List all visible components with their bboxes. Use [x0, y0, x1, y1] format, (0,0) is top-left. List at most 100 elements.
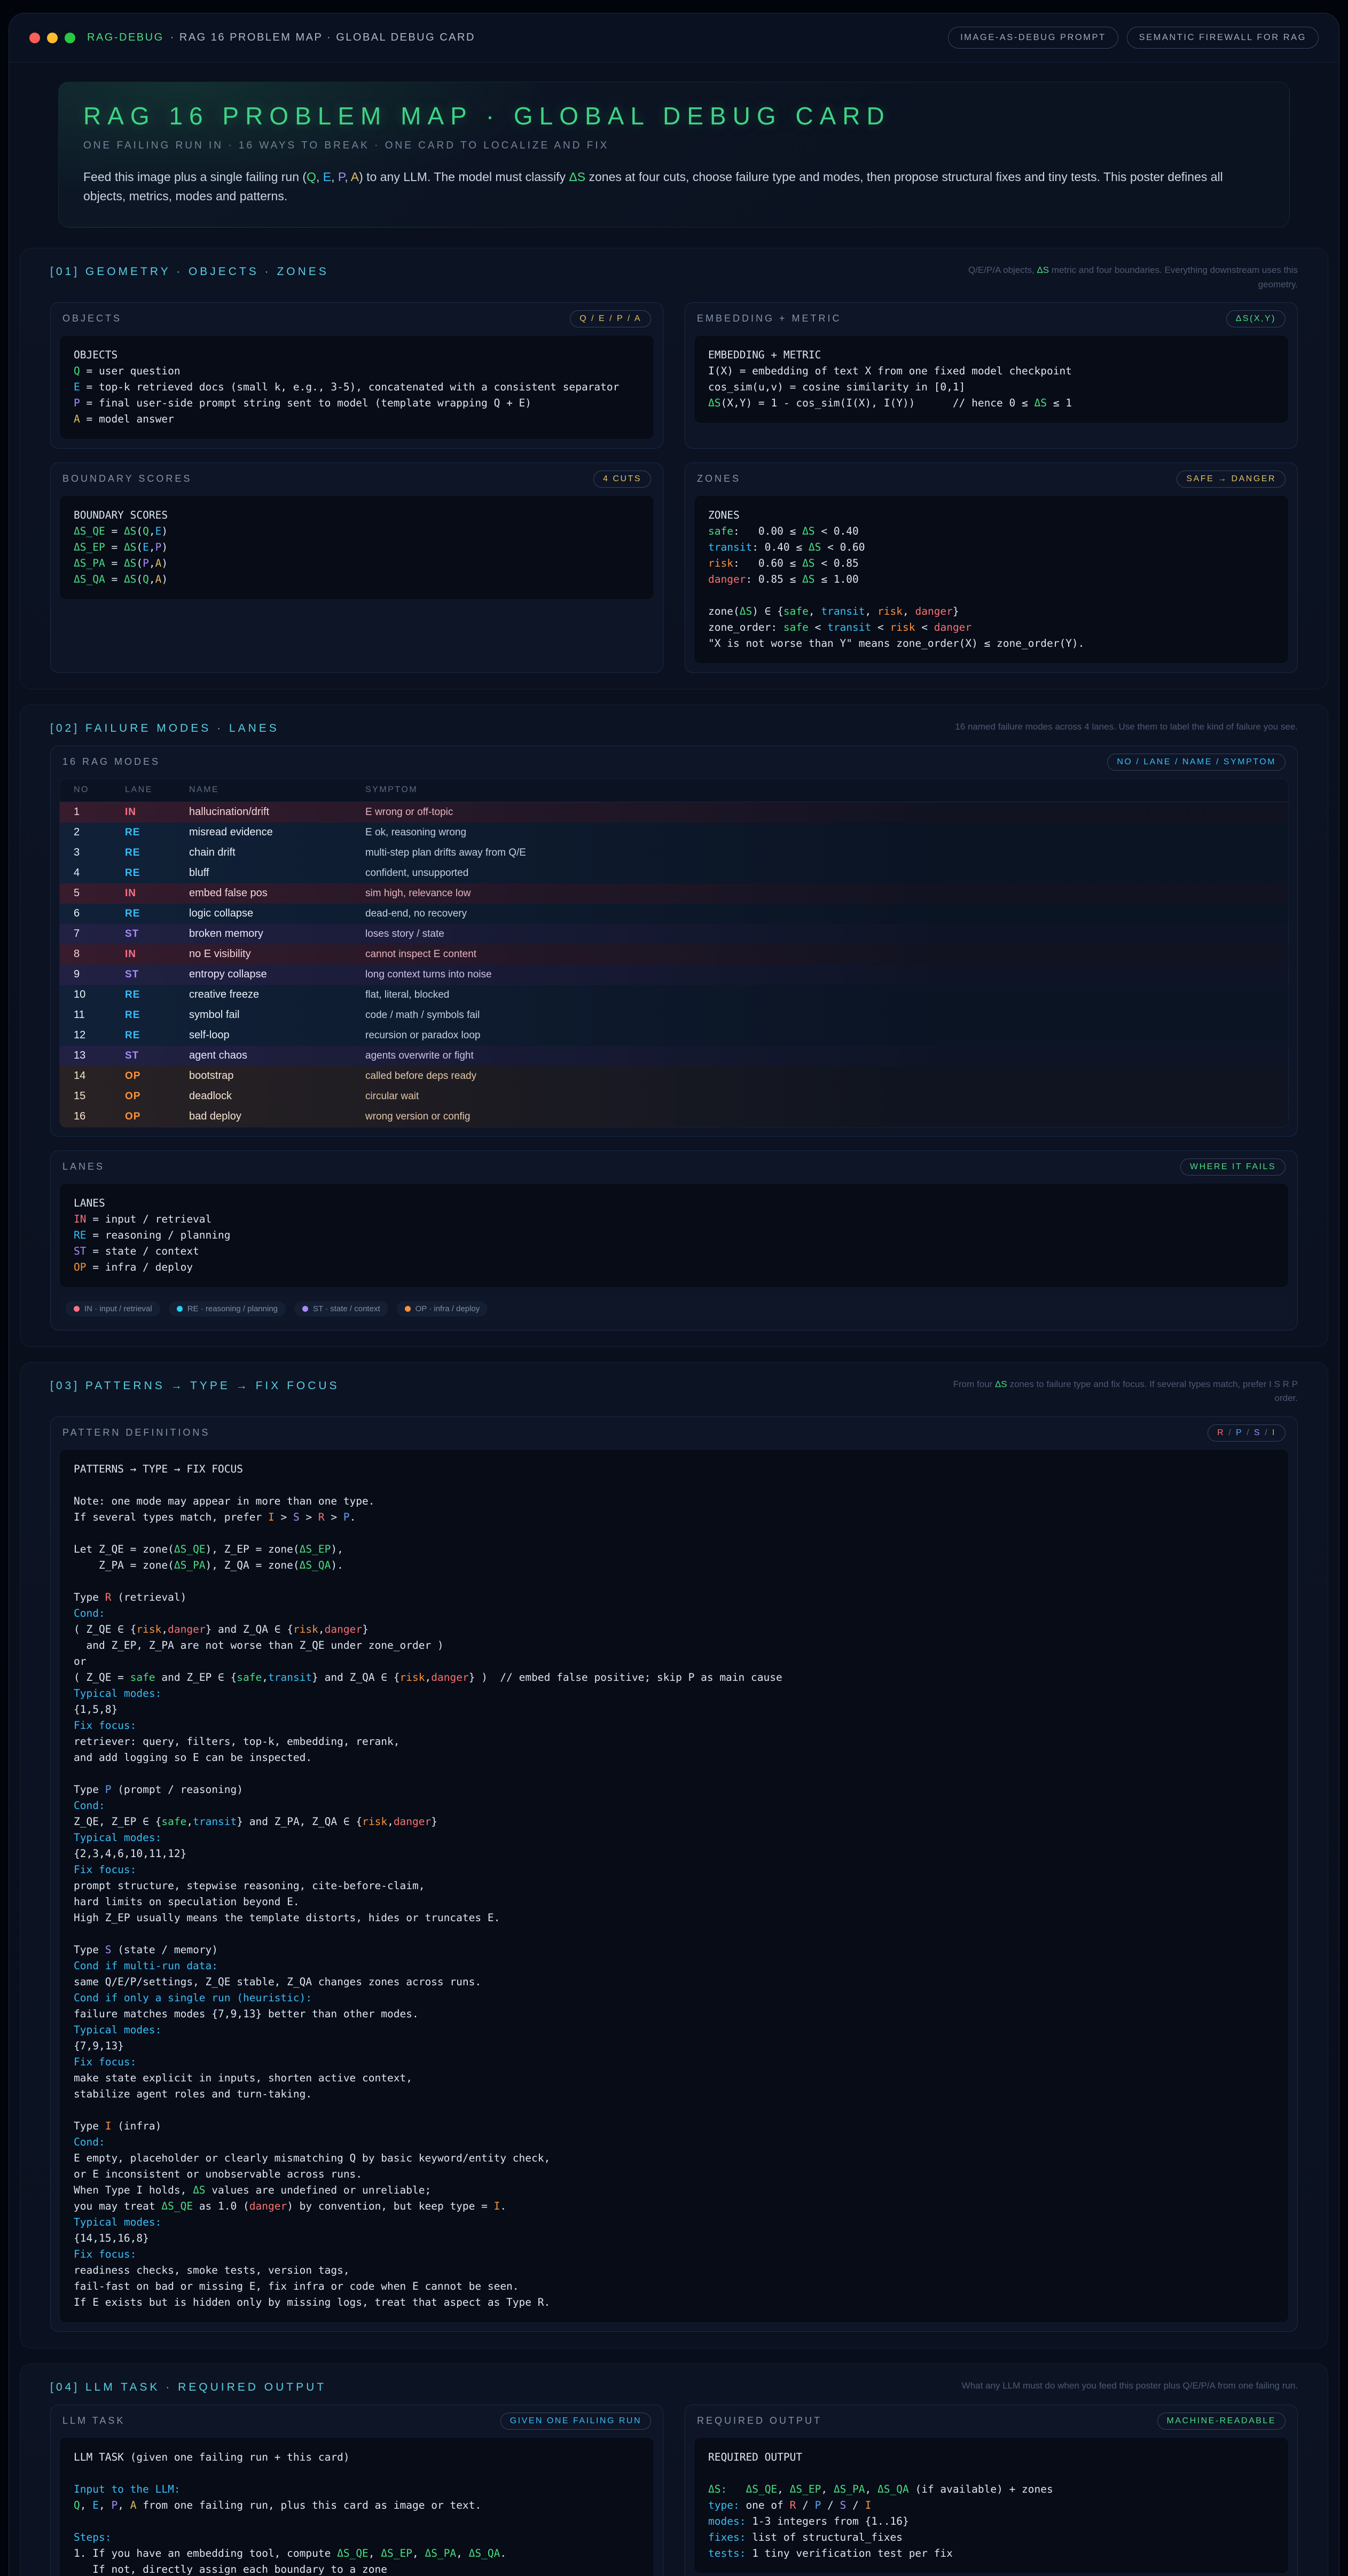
page-title: RAG 16 PROBLEM MAP · GLOBAL DEBUG CARD: [83, 101, 1265, 130]
table-row: 4REbluffconfident, unsupported: [60, 863, 1288, 883]
cell-no: 16: [74, 1110, 125, 1123]
column-header-name: NAME: [189, 785, 365, 795]
lane-in-dot-icon: [74, 1306, 80, 1312]
window-title: RAG-DEBUG · RAG 16 PROBLEM MAP · GLOBAL …: [87, 32, 475, 44]
cell-lane: OP: [125, 1091, 189, 1102]
patterns-badge: R / P / S / I: [1208, 1424, 1286, 1442]
cell-name: deadlock: [189, 1090, 365, 1102]
legend-chip-re: RE · reasoning / planning: [169, 1301, 286, 1317]
table-row: 6RElogic collapsedead-end, no recovery: [60, 904, 1288, 924]
section-note-patterns: From four ΔS zones to failure type and f…: [945, 1377, 1298, 1406]
table-row: 5INembed false possim high, relevance lo…: [60, 883, 1288, 904]
cell-lane: OP: [125, 1111, 189, 1123]
table-row: 7STbroken memoryloses story / state: [60, 924, 1288, 944]
minimize-button[interactable]: [47, 33, 58, 43]
cell-lane: RE: [125, 867, 189, 879]
card-zones: ZONES SAFE → DANGER ZONESsafe: 0.00 ≤ ΔS…: [685, 463, 1298, 673]
cell-no: 6: [74, 907, 125, 920]
section-header: [04] LLM TASK · REQUIRED OUTPUT What any…: [50, 2379, 1298, 2394]
column-header-no: NO: [74, 785, 125, 795]
embedding-code-block: EMBEDDING + METRICI(X) = embedding of te…: [694, 335, 1289, 424]
modes-table: NO LANE NAME SYMPTOM 1INhallucination/dr…: [59, 778, 1289, 1128]
card-embedding-metric: EMBEDDING + METRIC ΔS(X,Y) EMBEDDING + M…: [685, 302, 1298, 449]
cell-no: 11: [74, 1009, 125, 1021]
boundary-code-block: BOUNDARY SCORESΔS_QE = ΔS(Q,E)ΔS_EP = ΔS…: [59, 495, 654, 600]
legend-label: ST · state / context: [313, 1304, 380, 1313]
card-header: REQUIRED OUTPUT MACHINE-READABLE: [685, 2405, 1297, 2436]
section-title-patterns: [03] PATTERNS → TYPE → FIX FOCUS: [50, 1377, 340, 1392]
required-output-code-block: REQUIRED OUTPUT ΔS: ΔS_QE, ΔS_EP, ΔS_PA,…: [694, 2437, 1289, 2574]
card-objects: OBJECTS Q / E / P / A OBJECTSQ = user qu…: [50, 302, 663, 449]
card-label-llm-task: LLM TASK: [62, 2415, 125, 2426]
cell-symptom: E wrong or off-topic: [365, 807, 1288, 818]
lanes-code-block: LANESIN = input / retrievalRE = reasonin…: [59, 1183, 1289, 1288]
card-label-required-output: REQUIRED OUTPUT: [697, 2415, 822, 2426]
table-row: 1INhallucination/driftE wrong or off-top…: [60, 802, 1288, 823]
rag-modes-badge: NO / LANE / NAME / SYMPTOM: [1107, 754, 1286, 771]
cell-lane: RE: [125, 989, 189, 1001]
patterns-code-block: PATTERNS → TYPE → FIX FOCUS Note: one mo…: [59, 1449, 1289, 2323]
llm-task-badge: GIVEN ONE FAILING RUN: [500, 2413, 651, 2430]
table-row: 3REchain driftmulti-step plan drifts awa…: [60, 843, 1288, 863]
card-label-rag-modes: 16 RAG MODES: [62, 756, 160, 768]
image-as-debug-prompt-badge[interactable]: IMAGE-AS-DEBUG PROMPT: [948, 27, 1118, 49]
card-label-zones: ZONES: [697, 473, 741, 484]
card-rag-modes: 16 RAG MODES NO / LANE / NAME / SYMPTOM …: [50, 746, 1298, 1137]
cell-symptom: loses story / state: [365, 928, 1288, 940]
card-header: ZONES SAFE → DANGER: [685, 463, 1297, 494]
card-header: 16 RAG MODES NO / LANE / NAME / SYMPTOM: [51, 746, 1297, 777]
cell-name: logic collapse: [189, 907, 365, 920]
cell-symptom: E ok, reasoning wrong: [365, 827, 1288, 839]
zones-code-block: ZONESsafe: 0.00 ≤ ΔS < 0.40transit: 0.40…: [694, 495, 1289, 664]
close-button[interactable]: [29, 33, 40, 43]
embedding-badge: ΔS(X,Y): [1226, 310, 1286, 327]
boundary-badge: 4 CUTS: [593, 471, 651, 488]
cell-lane: ST: [125, 969, 189, 981]
cell-symptom: circular wait: [365, 1091, 1288, 1102]
window-titlebar: RAG-DEBUG · RAG 16 PROBLEM MAP · GLOBAL …: [9, 13, 1339, 62]
page-subtitle: ONE FAILING RUN IN · 16 WAYS TO BREAK · …: [83, 140, 1265, 152]
cell-name: creative freeze: [189, 989, 365, 1001]
card-header: EMBEDDING + METRIC ΔS(X,Y): [685, 303, 1297, 334]
cell-lane: RE: [125, 908, 189, 920]
cell-name: no E visibility: [189, 948, 365, 960]
table-row: 11REsymbol failcode / math / symbols fai…: [60, 1005, 1288, 1025]
cell-name: chain drift: [189, 847, 365, 859]
cell-name: agent chaos: [189, 1050, 365, 1062]
maximize-button[interactable]: [65, 33, 75, 43]
cell-symptom: dead-end, no recovery: [365, 908, 1288, 920]
cell-lane: RE: [125, 827, 189, 839]
section-note-geometry: Q/E/P/A objects, ΔS metric and four boun…: [945, 263, 1298, 292]
table-header-row: NO LANE NAME SYMPTOM: [60, 779, 1288, 802]
cell-no: 2: [74, 826, 125, 839]
cell-lane: RE: [125, 1009, 189, 1021]
cell-name: bootstrap: [189, 1070, 365, 1082]
lanes-legend: IN · input / retrieval RE · reasoning / …: [59, 1296, 1289, 1321]
cell-lane: ST: [125, 1050, 189, 1062]
card-label-objects: OBJECTS: [62, 313, 122, 324]
card-boundary-scores: BOUNDARY SCORES 4 CUTS BOUNDARY SCORESΔS…: [50, 463, 663, 673]
card-llm-task: LLM TASK GIVEN ONE FAILING RUN LLM TASK …: [50, 2405, 663, 2576]
objects-badge: Q / E / P / A: [570, 310, 651, 327]
section-title-failure-modes: [02] FAILURE MODES · LANES: [50, 720, 279, 735]
section-title-llm-task: [04] LLM TASK · REQUIRED OUTPUT: [50, 2379, 326, 2394]
column-header-symptom: SYMPTOM: [365, 785, 1288, 795]
section-patterns: [03] PATTERNS → TYPE → FIX FOCUS From fo…: [20, 1362, 1328, 2348]
cell-symptom: called before deps ready: [365, 1070, 1288, 1082]
table-row: 12REself-looprecursion or paradox loop: [60, 1025, 1288, 1046]
cell-name: misread evidence: [189, 826, 365, 839]
cell-symptom: multi-step plan drifts away from Q/E: [365, 847, 1288, 859]
cell-no: 13: [74, 1050, 125, 1062]
hero-banner: RAG 16 PROBLEM MAP · GLOBAL DEBUG CARD O…: [58, 82, 1290, 228]
cell-lane: RE: [125, 847, 189, 859]
semantic-firewall-badge[interactable]: SEMANTIC FIREWALL FOR RAG: [1127, 27, 1319, 49]
cell-no: 9: [74, 968, 125, 981]
section-failure-modes: [02] FAILURE MODES · LANES 16 named fail…: [20, 704, 1328, 1347]
cell-no: 10: [74, 989, 125, 1001]
section-llm-task: [04] LLM TASK · REQUIRED OUTPUT What any…: [20, 2363, 1328, 2576]
section-header: [01] GEOMETRY · OBJECTS · ZONES Q/E/P/A …: [50, 263, 1298, 292]
card-label-embedding: EMBEDDING + METRIC: [697, 313, 842, 324]
required-output-badge: MACHINE-READABLE: [1157, 2413, 1286, 2430]
table-row: 16OPbad deploywrong version or config: [60, 1107, 1288, 1127]
cell-symptom: sim high, relevance low: [365, 888, 1288, 899]
